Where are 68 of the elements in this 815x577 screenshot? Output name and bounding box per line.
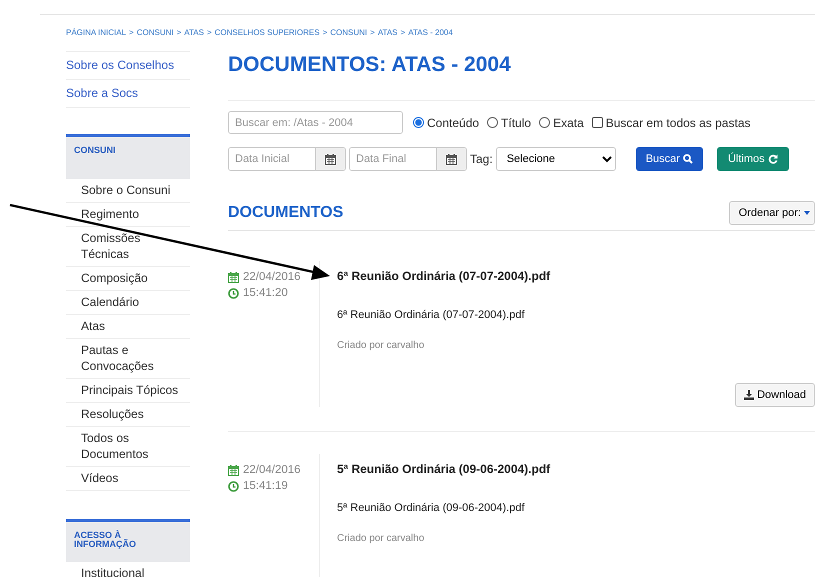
document-author: Criado por carvalho (337, 532, 426, 546)
refresh-icon (768, 154, 778, 164)
date-field[interactable]: Data Final (349, 147, 467, 171)
document-date: 22/04/2016 (243, 270, 301, 285)
calendar-icon (228, 272, 239, 282)
sidebar-item[interactable]: Sobre o Consuni (66, 179, 190, 203)
search-icon (682, 154, 693, 164)
tag-label: Tag: (470, 151, 493, 168)
calendar-icon (446, 154, 457, 164)
clock-icon (228, 288, 239, 298)
sidebar-item[interactable]: Regimento (66, 203, 190, 227)
sidebar-item[interactable]: Composição (66, 267, 190, 291)
sidebar-item[interactable]: Pautas e Convocações (66, 339, 190, 379)
download-button[interactable]: Download (735, 382, 815, 407)
sidebar-item[interactable]: Atas (66, 315, 190, 339)
breadcrumb-separator: > (370, 27, 375, 39)
calendar-icon (325, 154, 336, 164)
page-title: DOCUMENTOS: ATAS - 2004 (228, 52, 815, 101)
tag-select[interactable]: Selecione (496, 147, 616, 171)
sidebar-item[interactable]: Institucional (66, 562, 190, 577)
sidebar-section-header: CONSUNI (66, 134, 190, 179)
search-field[interactable]: Buscar em: /Atas - 2004 (228, 111, 403, 134)
breadcrumb-link[interactable]: PÁGINA INICIAL (66, 27, 126, 51)
option-label: Título (501, 114, 532, 132)
breadcrumb-separator: > (322, 27, 328, 39)
radio-button[interactable] (487, 117, 498, 128)
breadcrumb-link[interactable]: CONSELHOS SUPERIORES (214, 27, 320, 51)
document-filename: 6ª Reunião Ordinária (07-07-2004).pdf (337, 308, 526, 323)
sort-button[interactable]: Ordenar por: (728, 201, 815, 225)
radio-button[interactable] (539, 117, 550, 128)
caret-icon (804, 211, 810, 215)
sidebar-item[interactable]: Vídeos (66, 467, 190, 491)
breadcrumb-link[interactable]: CONSUNI (136, 27, 174, 51)
search-button[interactable]: Buscar (636, 147, 703, 171)
date-field[interactable]: Data Inicial (228, 147, 346, 171)
option-label: Buscar em todos as pastas (606, 114, 750, 132)
document-time: 15:41:19 (243, 479, 288, 494)
sidebar-link[interactable]: Sobre a Socs (66, 79, 190, 107)
breadcrumb-separator: > (176, 27, 182, 39)
section-heading: DOCUMENTOS (228, 203, 344, 223)
latest-button[interactable]: Últimos (716, 147, 789, 171)
breadcrumb-separator: > (400, 27, 406, 39)
breadcrumb-link[interactable]: ATAS - 2004 (408, 27, 453, 51)
radio-button[interactable] (413, 117, 424, 128)
sidebar-item[interactable]: Todos os Documentos (66, 427, 190, 467)
download-icon (744, 390, 754, 400)
breadcrumb-link[interactable]: ATAS (184, 27, 204, 51)
document-title[interactable]: 5ª Reunião Ordinária (09-06-2004).pdf (337, 460, 815, 478)
document-filename: 5ª Reunião Ordinária (09-06-2004).pdf (337, 501, 526, 516)
breadcrumb-link[interactable]: CONSUNI (330, 27, 368, 51)
clock-icon (228, 480, 239, 492)
sidebar-item[interactable]: Calendário (66, 291, 190, 315)
sidebar-item[interactable]: Comissões Técnicas (66, 227, 190, 267)
sidebar-item[interactable]: Principais Tópicos (66, 379, 190, 403)
sidebar-item[interactable]: Resoluções (66, 403, 190, 427)
document-time: 15:41:20 (243, 286, 288, 301)
sidebar-link[interactable]: Sobre os Conselhos (66, 51, 190, 79)
document-date: 22/04/2016 (243, 463, 301, 478)
breadcrumb-link[interactable]: ATAS (378, 27, 398, 51)
breadcrumb-separator: > (206, 27, 212, 39)
sidebar-section-header: ACESSO À INFORMAÇÃO (66, 519, 190, 562)
option-label: Exata (553, 114, 584, 132)
checkbox[interactable] (592, 117, 603, 128)
option-label: Conteúdo (427, 114, 480, 132)
breadcrumb-separator: > (129, 27, 134, 39)
calendar-icon (228, 464, 239, 476)
document-author: Criado por carvalho (337, 338, 426, 352)
document-title[interactable]: 6ª Reunião Ordinária (07-07-2004).pdf (337, 267, 815, 285)
